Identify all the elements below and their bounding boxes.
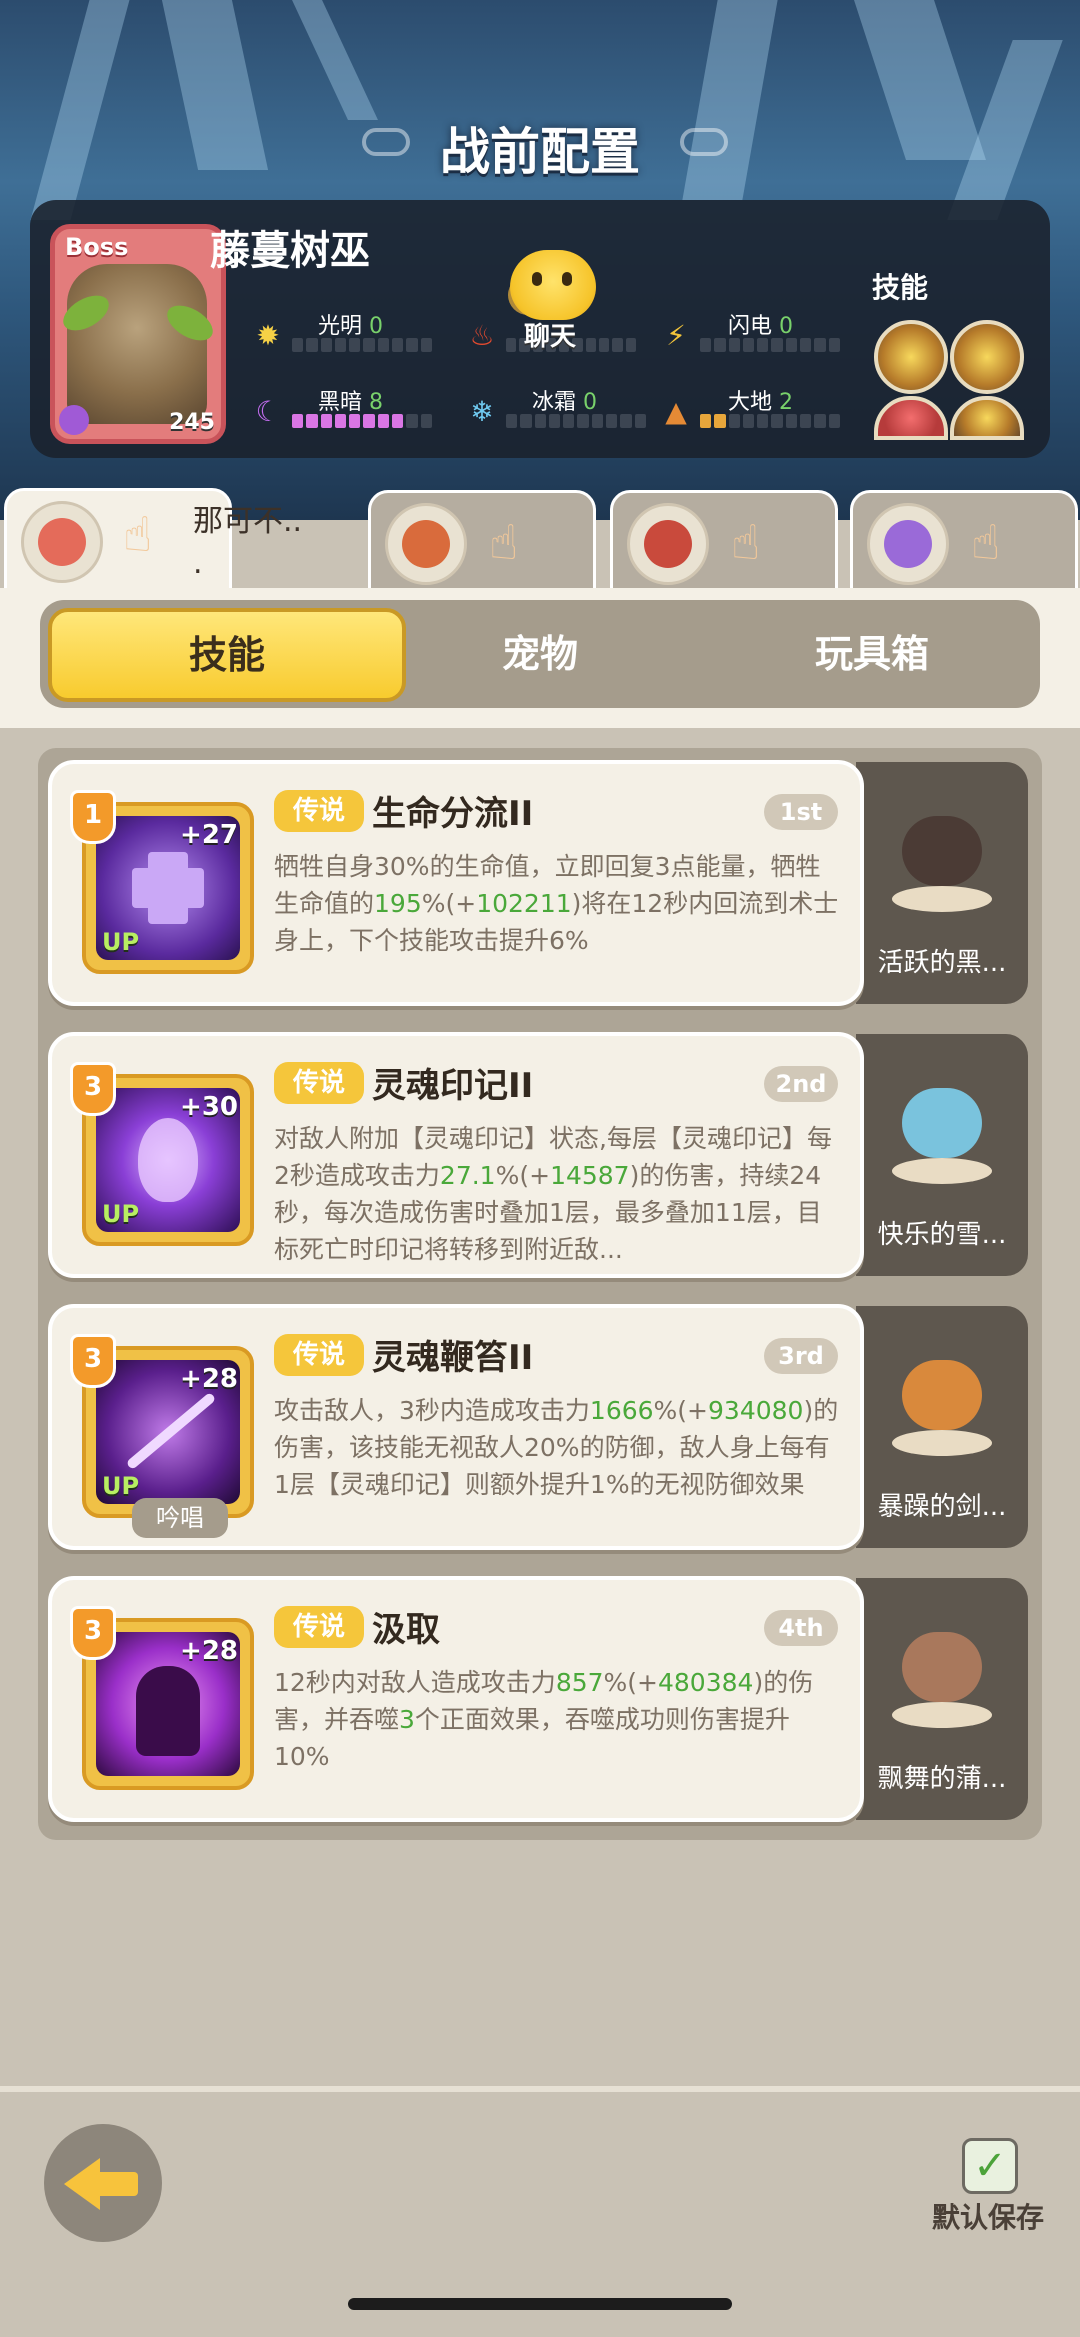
back-button[interactable] (44, 2124, 162, 2242)
pet-figure (892, 1350, 992, 1460)
element-earth: ▲ 大地 2 (660, 390, 860, 432)
hero-tab-3[interactable]: ☝ (610, 490, 838, 592)
upgrade-badge: UP (102, 1472, 140, 1500)
skill-name: 生命分流II (372, 794, 534, 834)
pet-figure (892, 1622, 992, 1732)
pet-slot-1[interactable]: 活跃的黑... (856, 762, 1028, 1004)
page-title: 战前配置 (440, 123, 640, 181)
boss-name: 藤蔓树巫 (210, 228, 370, 274)
hand-icon: ☝ (123, 507, 153, 563)
chat-button[interactable] (510, 250, 596, 320)
tab-skills[interactable]: 技能 (48, 608, 406, 702)
tab-toybox[interactable]: 玩具箱 (712, 610, 1032, 698)
hand-icon: ☝ (489, 515, 519, 571)
boss-skill-1-icon[interactable] (874, 320, 948, 394)
pet-slot-4[interactable]: 飘舞的蒲... (856, 1578, 1028, 1820)
skill-card-1[interactable]: +27 UP 1 传说 生命分流II 1st 牺牲自身30%的生命值，立即回复3… (48, 760, 864, 1006)
skill-name: 灵魂鞭笞II (372, 1338, 534, 1378)
boss-tag: Boss (65, 233, 129, 261)
element-dark: ☾ 黑暗 8 (252, 390, 452, 432)
rarity-badge: 传说 (274, 1062, 364, 1104)
upgrade-badge: UP (102, 1200, 140, 1228)
skill-name: 灵魂印记II (372, 1066, 534, 1106)
skill-rank-badge: 1 (70, 790, 116, 844)
hero-avatar (867, 503, 949, 585)
skill-description: 攻击敌人，3秒内造成攻击力1666%(+934080)的伤害，该技能无视敌人20… (274, 1396, 839, 1499)
tab-bar: 技能 宠物 玩具箱 (40, 600, 1040, 708)
skill-card-3[interactable]: +28 UP 吟唱 3 传说 灵魂鞭笞II 3rd 攻击敌人，3秒内造成攻击力1… (48, 1304, 864, 1550)
tab-pets[interactable]: 宠物 (380, 610, 700, 698)
fire-icon: ♨ (469, 319, 495, 352)
chat-label[interactable]: 聊天 (524, 316, 576, 353)
moon-icon: ☾ (255, 395, 281, 428)
skill-order-badge: 3rd (764, 1338, 838, 1374)
earth-icon: ▲ (665, 395, 687, 428)
element-lightning: ⚡ 闪电 0 (660, 314, 860, 356)
rarity-badge: 传说 (274, 790, 364, 832)
hero-tab-2[interactable]: ☝ (368, 490, 596, 592)
pet-name: 暴躁的剑... (877, 1492, 1007, 1522)
boss-level: 245 (169, 410, 215, 435)
pet-slot-3[interactable]: 暴躁的剑... (856, 1306, 1028, 1548)
snowflake-icon: ❄ (470, 395, 494, 428)
hero-avatar (627, 503, 709, 585)
skill-level-bonus: +28 (180, 1636, 238, 1666)
boss-skill-2-icon[interactable] (950, 320, 1024, 394)
skill-rank-badge: 3 (70, 1062, 116, 1116)
skill-description: 12秒内对敌人造成攻击力857%(+480384)的伤害，并吞噬3个正面效果，吞… (274, 1668, 814, 1771)
skill-description: 对敌人附加【灵魂印记】状态,每层【灵魂印记】每2秒造成攻击力27.1%(+145… (274, 1124, 832, 1264)
skill-name: 汲取 (372, 1610, 440, 1650)
back-arrow-icon (64, 2158, 100, 2210)
pet-slot-2[interactable]: 快乐的雪... (856, 1034, 1028, 1276)
element-frost: ❄ 冰霜 0 (466, 390, 666, 432)
boss-avatar[interactable]: Boss 245 (50, 224, 226, 444)
lightning-icon: ⚡ (666, 319, 686, 352)
default-save-label[interactable]: 默认保存 (932, 2196, 1044, 2236)
hero-avatar (385, 503, 467, 585)
footer-divider (0, 2086, 1080, 2092)
upgrade-badge: UP (102, 928, 140, 956)
sun-icon: ✹ (256, 319, 280, 352)
hand-icon: ☝ (731, 515, 761, 571)
pet-figure (892, 1078, 992, 1188)
skill-order-badge: 2nd (764, 1066, 838, 1102)
skill-rank-badge: 3 (70, 1606, 116, 1660)
skill-order-badge: 4th (764, 1610, 838, 1646)
rarity-badge: 传说 (274, 1606, 364, 1648)
hand-icon: ☝ (971, 515, 1001, 571)
moon-icon (59, 405, 89, 435)
skill-level-bonus: +27 (180, 820, 238, 850)
element-light: ✹ 光明 0 (252, 314, 452, 356)
pet-name: 飘舞的蒲... (877, 1764, 1007, 1794)
skill-description: 牺牲自身30%的生命值，立即回复3点能量，牺牲生命值的195%(+102211)… (274, 852, 839, 955)
checkbox-icon[interactable]: ✓ (962, 2138, 1018, 2194)
skill-card-4[interactable]: +28 3 传说 汲取 4th 12秒内对敌人造成攻击力857%(+480384… (48, 1576, 864, 1822)
boss-skills-title: 技能 (872, 271, 929, 304)
pet-name: 快乐的雪... (877, 1220, 1007, 1250)
rarity-badge: 传说 (274, 1334, 364, 1376)
skill-level-bonus: +28 (180, 1364, 238, 1394)
hero-avatar (21, 501, 103, 583)
hero-tab-1[interactable]: ☝ 那可不.. . (4, 488, 302, 598)
hero-tab-4[interactable]: ☝ (850, 490, 1078, 592)
pet-name: 活跃的黑... (877, 948, 1007, 978)
skill-rank-badge: 3 (70, 1334, 116, 1388)
chant-badge: 吟唱 (132, 1498, 228, 1538)
pet-figure (892, 806, 992, 916)
skill-level-bonus: +30 (180, 1092, 238, 1122)
hero-name: 那可不.. . (193, 504, 303, 581)
skill-order-badge: 1st (764, 794, 838, 830)
home-indicator[interactable] (348, 2298, 732, 2310)
skill-card-2[interactable]: +30 UP 3 传说 灵魂印记II 2nd 对敌人附加【灵魂印记】状态,每层【… (48, 1032, 864, 1278)
